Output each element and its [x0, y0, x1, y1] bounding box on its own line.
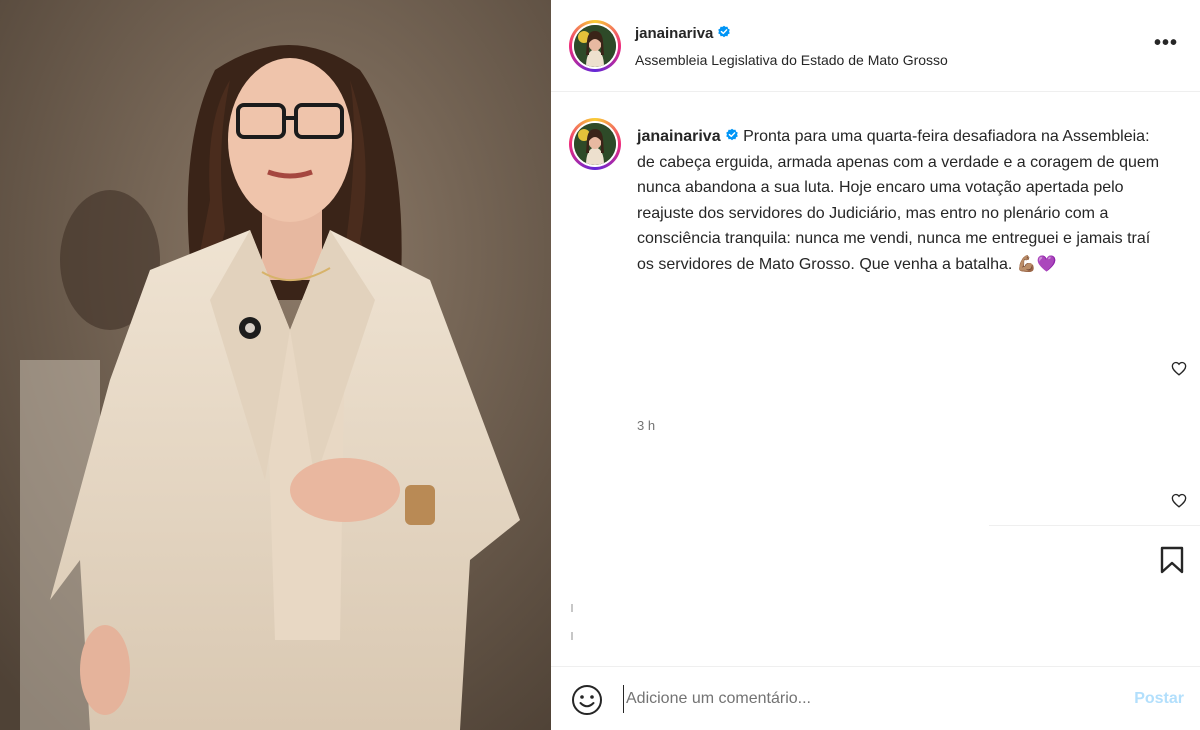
post-header: janainariva Assembleia Legislativa do Es… [551, 0, 1200, 92]
caption-username[interactable]: janainariva [637, 128, 721, 145]
caption-text: Pronta para uma quarta-feira desafiadora… [637, 128, 1160, 273]
more-options-icon[interactable]: ••• [1154, 32, 1178, 55]
bookmark-icon[interactable] [1160, 546, 1184, 574]
caption-text-block: janainariva Pronta para uma quarta-feira… [637, 124, 1167, 277]
heart-icon[interactable] [1171, 361, 1187, 376]
post-photo[interactable] [0, 0, 551, 730]
post-time[interactable]: 3 h [637, 418, 655, 433]
post-location[interactable]: Assembleia Legislativa do Estado de Mato… [635, 52, 948, 68]
divider [989, 525, 1200, 526]
avatar-image [574, 25, 616, 67]
avatar-image [574, 123, 616, 165]
post-username[interactable]: janainariva [635, 25, 713, 42]
comment-input[interactable] [623, 685, 1103, 713]
verified-badge-icon [718, 25, 731, 38]
verified-badge-icon [725, 128, 738, 141]
action-bar-remnant [571, 604, 573, 612]
caption-avatar[interactable] [569, 118, 621, 170]
comment-bar: Postar [551, 666, 1200, 730]
post-comment-button[interactable]: Postar [1134, 690, 1184, 708]
post-photo-illustration [0, 0, 551, 730]
heart-icon[interactable] [1171, 493, 1187, 508]
post-detail-panel: janainariva Assembleia Legislativa do Es… [551, 0, 1200, 730]
action-bar-remnant [571, 632, 573, 640]
emoji-icon[interactable] [571, 684, 603, 716]
avatar[interactable] [569, 20, 621, 72]
